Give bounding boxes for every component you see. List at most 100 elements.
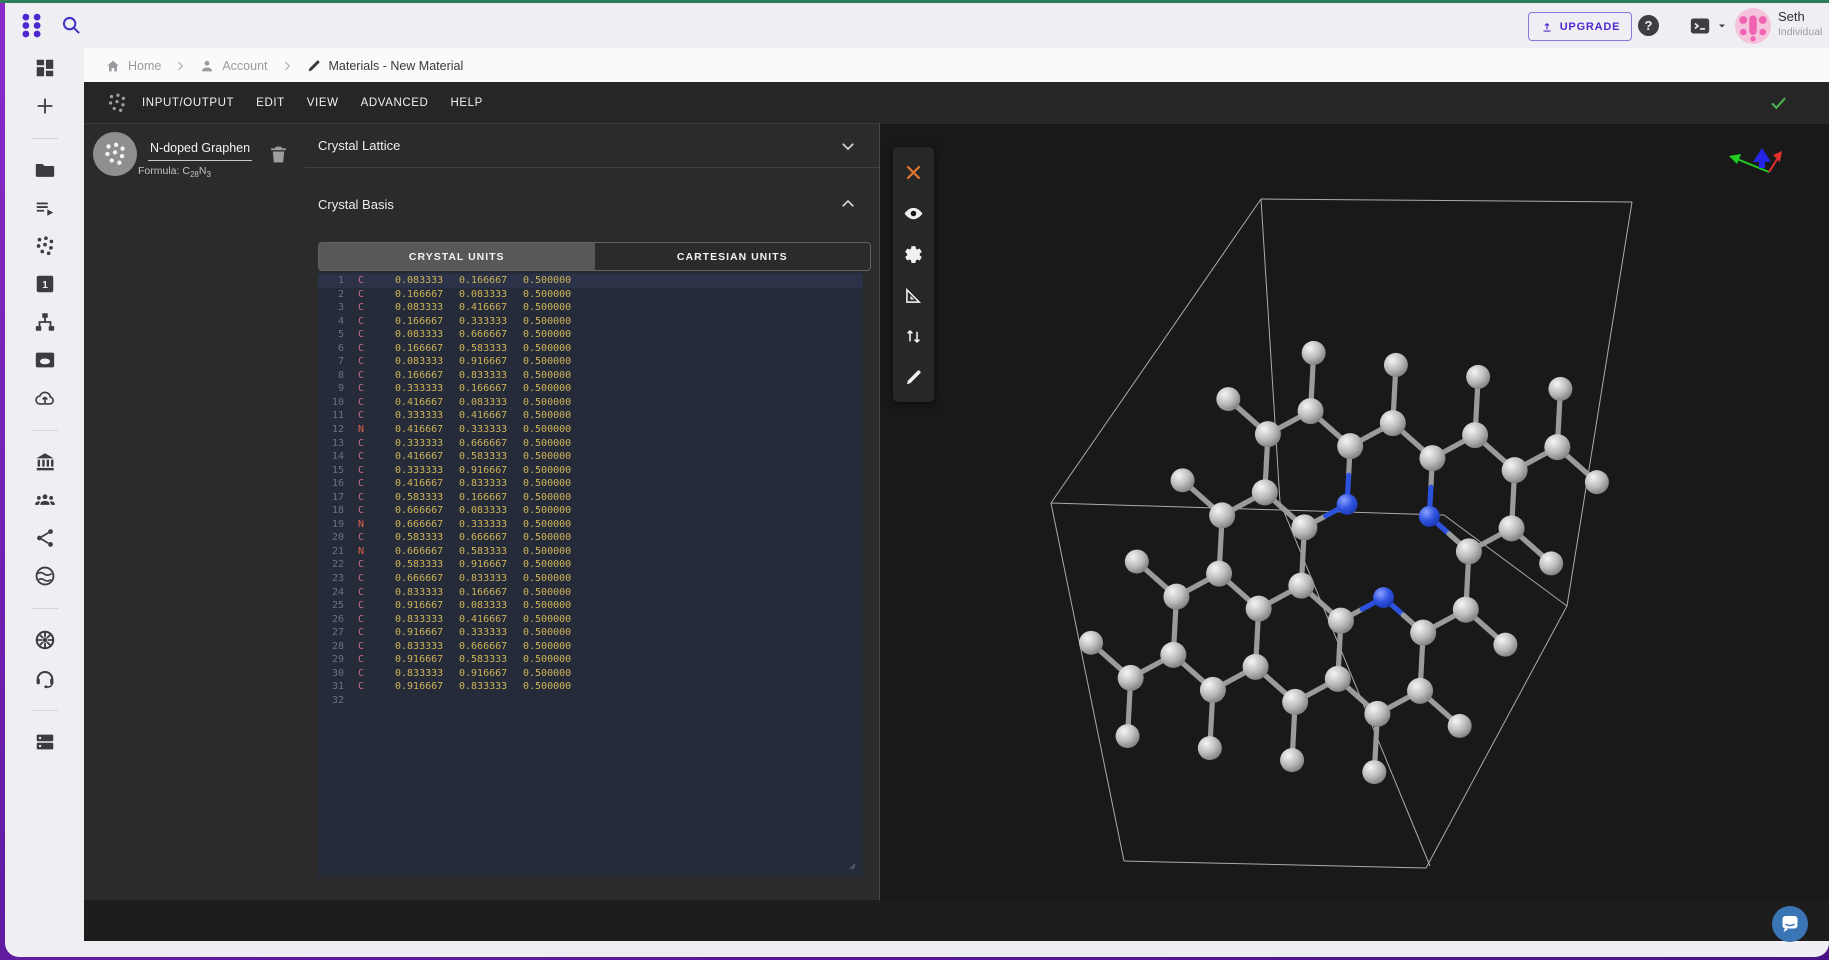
menu-item-input-output[interactable]: INPUT/OUTPUT (142, 97, 234, 109)
section-crystal-basis[interactable]: Crystal Basis (305, 168, 879, 240)
sidebar: 1 (5, 48, 84, 928)
user-name: Seth (1778, 9, 1805, 24)
viewer-pencil-button[interactable] (899, 357, 929, 398)
menu-item-edit[interactable]: EDIT (256, 97, 285, 109)
basis-line[interactable]: 3C0.0833330.4166670.500000 (318, 301, 863, 315)
section-label: Crystal Lattice (318, 138, 400, 153)
sidebar-divider (32, 608, 58, 609)
basis-line[interactable]: 24C0.8333330.1666670.500000 (318, 586, 863, 600)
breadcrumb-item-account[interactable]: Account (199, 58, 267, 74)
breadcrumb-label: Materials - New Material (329, 59, 464, 73)
sidebar-item-headset[interactable] (33, 666, 57, 690)
search-icon[interactable] (60, 14, 82, 36)
breadcrumb: Home Account Materials - New Material (84, 48, 1829, 84)
viewer-set-square-button[interactable] (899, 275, 929, 316)
menu-item-advanced[interactable]: ADVANCED (361, 97, 429, 109)
basis-line[interactable]: 2C0.1666670.0833330.500000 (318, 288, 863, 302)
terminal-icon[interactable] (1686, 16, 1714, 36)
basis-line[interactable]: 28C0.8333330.6666670.500000 (318, 640, 863, 654)
tab-crystal-units[interactable]: CRYSTAL UNITS (319, 243, 595, 270)
material-name-input[interactable] (148, 138, 252, 161)
sidebar-item-people[interactable] (33, 488, 57, 512)
basis-line[interactable]: 9C0.3333330.1666670.500000 (318, 382, 863, 396)
sidebar-item-storage[interactable] (33, 730, 57, 754)
basis-line[interactable]: 30C0.8333330.9166670.500000 (318, 667, 863, 681)
basis-line[interactable]: 10C0.4166670.0833330.500000 (318, 396, 863, 410)
basis-line[interactable]: 27C0.9166670.3333330.500000 (318, 626, 863, 640)
sidebar-item-image-box[interactable] (33, 348, 57, 372)
basis-line[interactable]: 19N0.6666670.3333330.500000 (318, 518, 863, 532)
resize-grip-icon[interactable] (849, 863, 861, 875)
menu-item-view[interactable]: VIEW (307, 97, 339, 109)
viewer-gear-button[interactable] (899, 234, 929, 275)
basis-line[interactable]: 13C0.3333330.6666670.500000 (318, 437, 863, 451)
breadcrumb-item-materials-new-material: Materials - New Material (306, 58, 464, 74)
sidebar-item-one-box[interactable]: 1 (33, 272, 57, 296)
svg-text:1: 1 (42, 280, 48, 291)
basis-line[interactable]: 31C0.9166670.8333330.500000 (318, 680, 863, 694)
material-avatar[interactable] (93, 132, 137, 176)
units-tabs: CRYSTAL UNITS CARTESIAN UNITS (318, 242, 871, 271)
basis-line[interactable]: 15C0.3333330.9166670.500000 (318, 464, 863, 478)
sidebar-item-bank[interactable] (33, 450, 57, 474)
basis-line[interactable]: 1C0.0833330.1666670.500000 (318, 274, 863, 288)
basis-line[interactable]: 20C0.5833330.6666670.500000 (318, 531, 863, 545)
save-check-icon[interactable] (1768, 92, 1789, 113)
help-label: ? (1645, 18, 1653, 33)
basis-line[interactable]: 8C0.1666670.8333330.500000 (318, 369, 863, 383)
section-crystal-lattice[interactable]: Crystal Lattice (305, 124, 879, 168)
basis-line[interactable]: 4C0.1666670.3333330.500000 (318, 315, 863, 329)
breadcrumb-item-home[interactable]: Home (105, 58, 161, 74)
viewer-eye-button[interactable] (899, 193, 929, 234)
basis-line[interactable]: 22C0.5833330.9166670.500000 (318, 558, 863, 572)
basis-line[interactable]: 11C0.3333330.4166670.500000 (318, 409, 863, 423)
basis-line[interactable]: 25C0.9166670.0833330.500000 (318, 599, 863, 613)
sidebar-item-dashboard[interactable] (33, 56, 57, 80)
delete-material-icon[interactable] (268, 144, 289, 165)
basis-line[interactable]: 23C0.6666670.8333330.500000 (318, 572, 863, 586)
basis-line[interactable]: 29C0.9166670.5833330.500000 (318, 653, 863, 667)
chevron-down-icon[interactable] (1716, 20, 1728, 32)
upgrade-button[interactable]: UPGRADE (1528, 12, 1632, 41)
eye-icon (903, 203, 924, 224)
sidebar-item-plus[interactable] (33, 94, 57, 118)
menu-item-help[interactable]: HELP (450, 97, 482, 109)
basis-line-empty[interactable]: 32 (318, 694, 863, 708)
viewer-close-button[interactable] (899, 152, 929, 193)
sidebar-item-hierarchy[interactable] (33, 310, 57, 334)
import-export-icon (903, 326, 924, 347)
tab-cartesian-units[interactable]: CARTESIAN UNITS (595, 243, 871, 270)
formula-value: C28N3 (182, 165, 211, 177)
chat-button[interactable] (1772, 906, 1808, 942)
basis-line[interactable]: 5C0.0833330.6666670.500000 (318, 328, 863, 342)
axes-gizmo-icon[interactable] (1723, 142, 1793, 184)
basis-code-editor[interactable]: 1C0.0833330.1666670.5000002C0.1666670.08… (318, 272, 863, 877)
person-icon (199, 58, 215, 74)
close-icon (903, 162, 924, 183)
basis-line[interactable]: 16C0.4166670.8333330.500000 (318, 477, 863, 491)
basis-line[interactable]: 6C0.1666670.5833330.500000 (318, 342, 863, 356)
material-list-panel: Formula: C28N3 (84, 123, 305, 900)
sidebar-item-scatter[interactable] (33, 234, 57, 258)
viewer-import-export-button[interactable] (899, 316, 929, 357)
avatar[interactable] (1735, 8, 1771, 44)
basis-line[interactable]: 26C0.8333330.4166670.500000 (318, 613, 863, 627)
basis-line[interactable]: 12N0.4166670.3333330.500000 (318, 423, 863, 437)
viewer-3d[interactable] (880, 123, 1829, 900)
basis-line[interactable]: 17C0.5833330.1666670.500000 (318, 491, 863, 505)
mat3ra-logo-icon[interactable] (18, 12, 45, 39)
sidebar-item-folder[interactable] (33, 158, 57, 182)
basis-line[interactable]: 21N0.6666670.5833330.500000 (318, 545, 863, 559)
material-formula: Formula: C28N3 (138, 165, 211, 179)
sidebar-item-share[interactable] (33, 526, 57, 550)
basis-line[interactable]: 14C0.4166670.5833330.500000 (318, 450, 863, 464)
app-shell: UPGRADE ? Seth Individual HomeAccountMat… (5, 3, 1829, 957)
sidebar-item-playlist[interactable] (33, 196, 57, 220)
sidebar-item-cloud-upload[interactable] (33, 386, 57, 410)
help-button[interactable]: ? (1638, 15, 1659, 36)
sidebar-item-wheel[interactable] (33, 628, 57, 652)
scatter-grip-icon (106, 92, 128, 114)
basis-line[interactable]: 7C0.0833330.9166670.500000 (318, 355, 863, 369)
basis-line[interactable]: 18C0.6666670.0833330.500000 (318, 504, 863, 518)
sidebar-item-globe[interactable] (33, 564, 57, 588)
